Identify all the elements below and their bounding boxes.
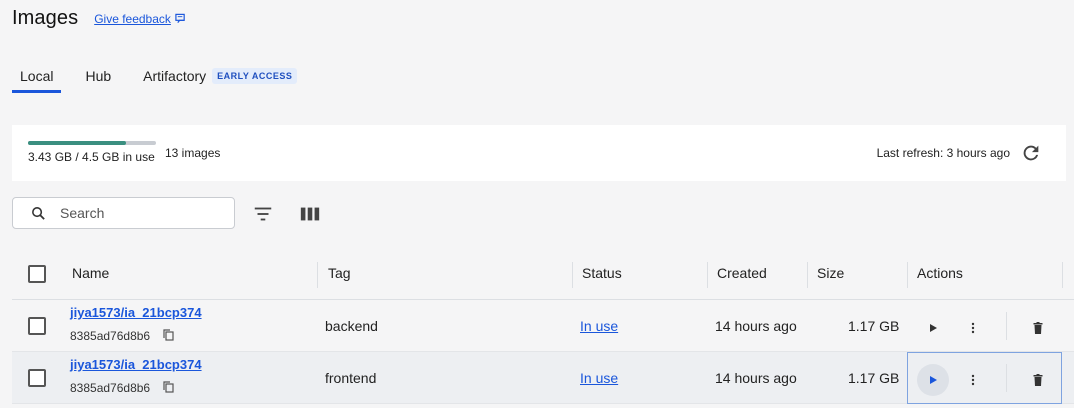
header-actions: Actions <box>917 265 963 281</box>
search-icon <box>32 206 45 220</box>
disk-usage-panel: 3.43 GB / 4.5 GB in use 13 images Last r… <box>12 125 1066 181</box>
image-size: 1.17 GB <box>848 318 900 334</box>
tab-hub-label: Hub <box>85 68 112 84</box>
header-created[interactable]: Created <box>717 265 767 281</box>
tab-local[interactable]: Local <box>12 62 62 93</box>
more-vertical-icon <box>971 374 975 386</box>
column-divider <box>572 262 573 288</box>
column-divider <box>907 262 908 288</box>
tab-artifactory-label: Artifactory <box>143 68 207 84</box>
play-icon <box>930 376 937 384</box>
action-divider <box>1006 364 1007 392</box>
filter-icon[interactable] <box>252 203 274 225</box>
table-row[interactable]: jiya1573/ia_21bcp374 8385ad76d8b6 backen… <box>12 300 1074 352</box>
table-row[interactable]: jiya1573/ia_21bcp374 8385ad76d8b6 fronte… <box>12 352 1074 404</box>
images-table: Name Tag Status Created Size Actions jiy… <box>12 252 1074 404</box>
early-access-badge: EARLY ACCESS <box>212 68 298 84</box>
give-feedback-label: Give feedback <box>94 11 171 26</box>
more-options-button[interactable] <box>957 312 989 344</box>
copy-icon[interactable] <box>163 381 174 393</box>
delete-button[interactable] <box>1022 364 1054 396</box>
refresh-icon[interactable] <box>1020 142 1042 164</box>
disk-usage-bar <box>28 141 156 145</box>
action-divider <box>1006 312 1007 340</box>
header-size[interactable]: Size <box>817 265 844 281</box>
delete-button[interactable] <box>1022 312 1054 344</box>
columns-icon[interactable] <box>299 203 321 225</box>
disk-usage-bar-fill <box>28 141 126 145</box>
image-id: 8385ad76d8b6 <box>70 381 151 395</box>
table-header: Name Tag Status Created Size Actions <box>12 252 1074 300</box>
column-divider <box>317 262 318 288</box>
page-header: Images Give feedback <box>12 7 186 30</box>
give-feedback-link[interactable]: Give feedback <box>94 12 186 26</box>
column-divider <box>707 262 708 288</box>
image-name-link[interactable]: jiya1573/ia_21bcp374 <box>70 357 202 372</box>
last-refresh-text: Last refresh: 3 hours ago <box>876 146 1010 160</box>
feedback-icon <box>175 13 185 23</box>
status-link[interactable]: In use <box>580 370 618 386</box>
row-checkbox[interactable] <box>28 369 46 387</box>
tab-local-label: Local <box>20 68 54 84</box>
row-checkbox[interactable] <box>28 317 46 335</box>
header-name[interactable]: Name <box>72 265 109 281</box>
image-tag: frontend <box>325 370 377 386</box>
copy-icon[interactable] <box>163 329 174 341</box>
tab-artifactory[interactable]: Artifactory EARLY ACCESS <box>135 62 305 93</box>
play-icon <box>930 324 937 332</box>
image-name-link[interactable]: jiya1573/ia_21bcp374 <box>70 305 202 320</box>
run-button[interactable] <box>917 364 949 396</box>
select-all-checkbox[interactable] <box>28 265 46 283</box>
image-id: 8385ad76d8b6 <box>70 329 151 343</box>
search-input[interactable] <box>60 205 210 221</box>
disk-usage-text: 3.43 GB / 4.5 GB in use <box>28 150 155 164</box>
image-tag: backend <box>325 318 378 334</box>
tab-hub[interactable]: Hub <box>77 62 119 93</box>
column-divider <box>807 262 808 288</box>
page-title: Images <box>12 7 79 29</box>
column-divider <box>1062 262 1063 288</box>
header-tag[interactable]: Tag <box>328 265 351 281</box>
status-link[interactable]: In use <box>580 318 618 334</box>
image-size: 1.17 GB <box>848 370 900 386</box>
more-vertical-icon <box>971 322 975 334</box>
created-time: 14 hours ago <box>715 370 797 386</box>
created-time: 14 hours ago <box>715 318 797 334</box>
tab-bar: Local Hub Artifactory EARLY ACCESS <box>12 62 321 93</box>
run-button[interactable] <box>917 312 949 344</box>
image-count: 13 images <box>165 146 221 160</box>
header-status[interactable]: Status <box>582 265 622 281</box>
search-box[interactable] <box>12 197 235 229</box>
trash-icon <box>1033 322 1043 334</box>
more-options-button[interactable] <box>957 364 989 396</box>
trash-icon <box>1033 374 1043 386</box>
